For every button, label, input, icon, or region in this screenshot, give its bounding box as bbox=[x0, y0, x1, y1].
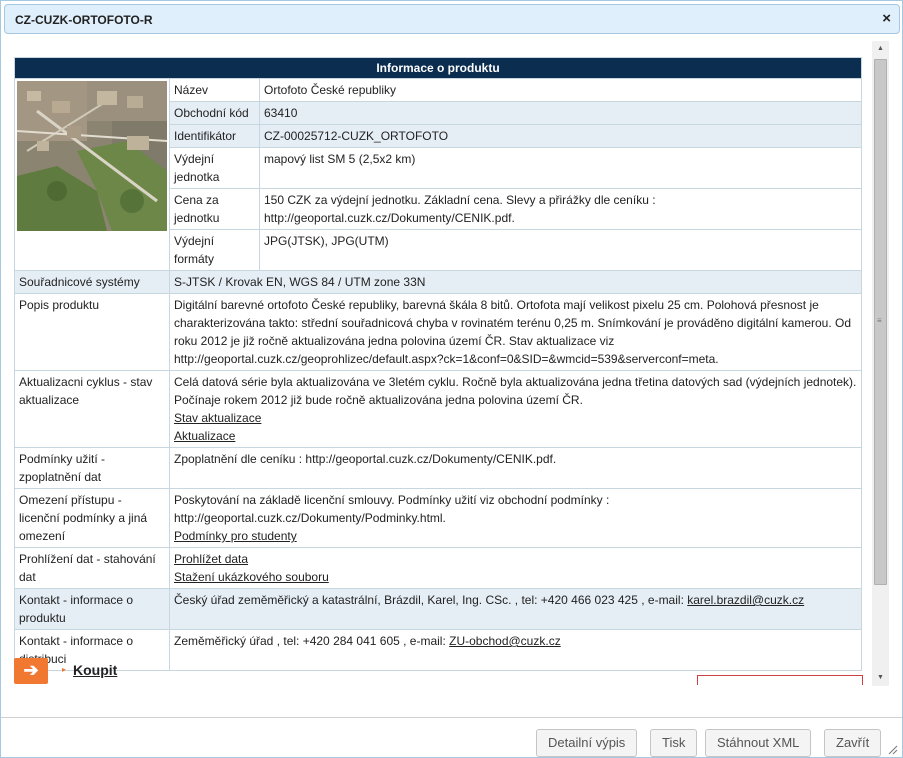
label-nazev: Název bbox=[169, 78, 260, 102]
scroll-down-icon[interactable]: ▼ bbox=[872, 670, 889, 686]
validation-box bbox=[697, 675, 863, 685]
value-prohlizeni-dat: Prohlížet data Stažení ukázkového soubor… bbox=[169, 547, 862, 589]
aerial-photo-thumbnail bbox=[17, 81, 167, 231]
resize-handle-icon[interactable] bbox=[886, 743, 898, 755]
label-souradnicove-systemy: Souřadnicové systémy bbox=[14, 270, 170, 294]
scrollbar-grip-icon: ≡ bbox=[877, 316, 882, 325]
arrow-right-icon[interactable]: ➔ bbox=[14, 658, 48, 684]
update-text: Celá datová série byla aktualizována ve … bbox=[174, 375, 857, 407]
label-kontakt-produkt: Kontakt - informace o produktu bbox=[14, 588, 170, 630]
contact-dist-email-link[interactable]: ZU-obchod@cuzk.cz bbox=[449, 632, 561, 650]
value-formaty: JPG(JTSK), JPG(UTM) bbox=[259, 229, 862, 271]
label-popis-produktu: Popis produktu bbox=[14, 293, 170, 371]
value-aktualizacni-cyklus: Celá datová série byla aktualizována ve … bbox=[169, 370, 862, 448]
contact-dist-text: Zeměměřický úřad , tel: +420 284 041 605… bbox=[174, 634, 450, 648]
label-identifikator: Identifikátor bbox=[169, 124, 260, 148]
dialog-titlebar[interactable]: CZ-CUZK-ORTOFOTO-R × bbox=[4, 4, 900, 34]
label-omezeni-pristupu: Omezení přístupu - licenční podmínky a j… bbox=[14, 488, 170, 548]
detailni-vypis-button[interactable]: Detailní výpis bbox=[536, 729, 638, 757]
product-info-table: Informace o produktu Název Ortofoto Česk… bbox=[14, 57, 862, 671]
dialog-content: Informace o produktu Název Ortofoto Česk… bbox=[1, 41, 871, 686]
stahnout-xml-button[interactable]: Stáhnout XML bbox=[705, 729, 812, 757]
vertical-scrollbar[interactable]: ▲ ≡ ▼ bbox=[872, 41, 889, 686]
label-formaty: Výdejní formáty bbox=[169, 229, 260, 271]
dialog-title: CZ-CUZK-ORTOFOTO-R bbox=[15, 13, 153, 27]
dialog-footer: Detailní výpis Tisk Stáhnout XML Zavřít bbox=[1, 717, 902, 757]
aktualizace-link[interactable]: Aktualizace bbox=[174, 427, 235, 445]
value-identifikator: CZ-00025712-CUZK_ORTOFOTO bbox=[259, 124, 862, 148]
value-vydejni-jednotka: mapový list SM 5 (2,5x2 km) bbox=[259, 147, 862, 189]
contact-product-text: Český úřad zeměměřický a katastrální, Br… bbox=[174, 593, 688, 607]
value-souradnicove-systemy: S-JTSK / Krovak EN, WGS 84 / UTM zone 33… bbox=[169, 270, 862, 294]
tisk-button[interactable]: Tisk bbox=[650, 729, 698, 757]
value-cena: 150 CZK za výdejní jednotku. Základní ce… bbox=[259, 188, 862, 230]
close-icon[interactable]: × bbox=[882, 11, 891, 27]
value-podminky-uziti: Zpoplatnění dle ceníku : http://geoporta… bbox=[169, 447, 862, 489]
stav-aktualizace-link[interactable]: Stav aktualizace bbox=[174, 409, 261, 427]
podminky-pro-studenty-link[interactable]: Podmínky pro studenty bbox=[174, 527, 297, 545]
label-aktualizacni-cyklus: Aktualizacni cyklus - stav aktualizace bbox=[14, 370, 170, 448]
product-thumbnail-cell bbox=[14, 78, 170, 271]
label-obchodni-kod: Obchodní kód bbox=[169, 101, 260, 125]
product-dialog: CZ-CUZK-ORTOFOTO-R × Informace o produkt… bbox=[0, 0, 903, 758]
contact-product-email-link[interactable]: karel.brazdil@cuzk.cz bbox=[687, 591, 804, 609]
scroll-up-icon[interactable]: ▲ bbox=[872, 41, 889, 57]
value-popis-produktu: Digitální barevné ortofoto České republi… bbox=[169, 293, 862, 371]
value-obchodni-kod: 63410 bbox=[259, 101, 862, 125]
value-kontakt-produkt: Český úřad zeměměřický a katastrální, Br… bbox=[169, 588, 862, 630]
label-podminky-uziti: Podmínky užití - zpoplatnění dat bbox=[14, 447, 170, 489]
table-header: Informace o produktu bbox=[14, 57, 862, 79]
zavrit-button[interactable]: Zavřít bbox=[824, 729, 882, 757]
label-cena: Cena za jednotku bbox=[169, 188, 260, 230]
label-prohlizeni-dat: Prohlížení dat - stahování dat bbox=[14, 547, 170, 589]
value-omezeni-pristupu: Poskytování na základě licenční smlouvy.… bbox=[169, 488, 862, 548]
koupit-link[interactable]: Koupit bbox=[73, 662, 117, 678]
stazeni-ukazkoveho-souboru-link[interactable]: Stažení ukázkového souboru bbox=[174, 568, 329, 586]
access-text: Poskytování na základě licenční smlouvy.… bbox=[174, 493, 610, 525]
label-vydejni-jednotka: Výdejní jednotka bbox=[169, 147, 260, 189]
prohlizet-data-link[interactable]: Prohlížet data bbox=[174, 550, 248, 568]
value-nazev: Ortofoto České republiky bbox=[259, 78, 862, 102]
caret-right-icon: ▸ bbox=[62, 665, 67, 674]
